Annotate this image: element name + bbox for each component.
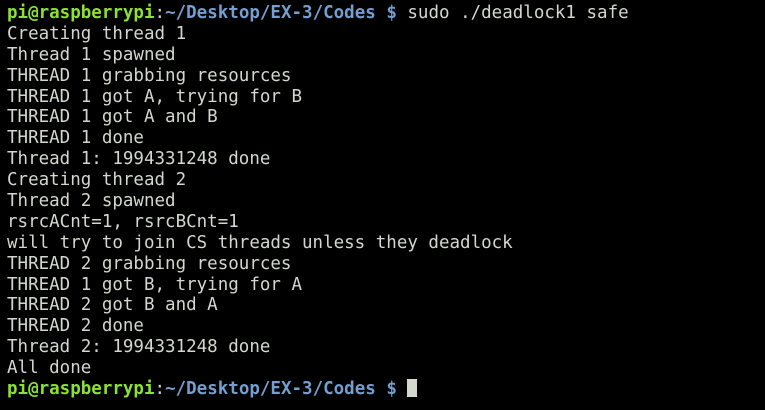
command-line: pi@raspberrypi:~/Desktop/EX-3/Codes $ su… [7,3,765,24]
output-line: THREAD 2 got B and A [7,295,218,316]
prompt-path: ~/Desktop/EX-3/Codes [165,3,376,23]
prompt-symbol: $ [375,379,408,400]
prompt-colon: : [154,3,166,23]
prompt-user-host: pi@raspberrypi [7,3,155,23]
output-line: THREAD 2 done [7,316,144,337]
output-line: All done [7,358,92,379]
output-line: Creating thread 1 [7,23,187,44]
text-cursor[interactable] [407,379,418,398]
prompt-colon: : [154,379,166,400]
output-line: rsrcACnt=1, rsrcBCnt=1 [7,211,239,232]
command-text: sudo ./deadlock1 safe [407,3,629,23]
output-line: THREAD 2 grabbing resources [7,253,292,274]
output-line: Creating thread 2 [7,170,187,191]
output-line: Thread 2: 1994331248 done [7,337,271,358]
output-line: Thread 2 spawned [7,191,176,212]
terminal-window[interactable]: pi@raspberrypi:~/Desktop/EX-3/Codes $ su… [0,0,765,410]
output-line: THREAD 1 done [7,128,144,149]
output-line: THREAD 1 got A and B [7,107,218,128]
output-line: THREAD 1 got B, trying for A [7,274,303,295]
prompt-symbol: $ [375,3,408,23]
active-prompt-line[interactable]: pi@raspberrypi:~/Desktop/EX-3/Codes $ [7,379,765,400]
prompt-user-host: pi@raspberrypi [7,379,155,400]
output-line: Thread 1: 1994331248 done [7,149,271,170]
output-line: Thread 1 spawned [7,44,176,65]
output-line: THREAD 1 grabbing resources [7,65,292,86]
output-line: THREAD 1 got A, trying for B [7,86,303,107]
prompt-path: ~/Desktop/EX-3/Codes [165,379,376,400]
output-line: will try to join CS threads unless they … [7,232,513,253]
